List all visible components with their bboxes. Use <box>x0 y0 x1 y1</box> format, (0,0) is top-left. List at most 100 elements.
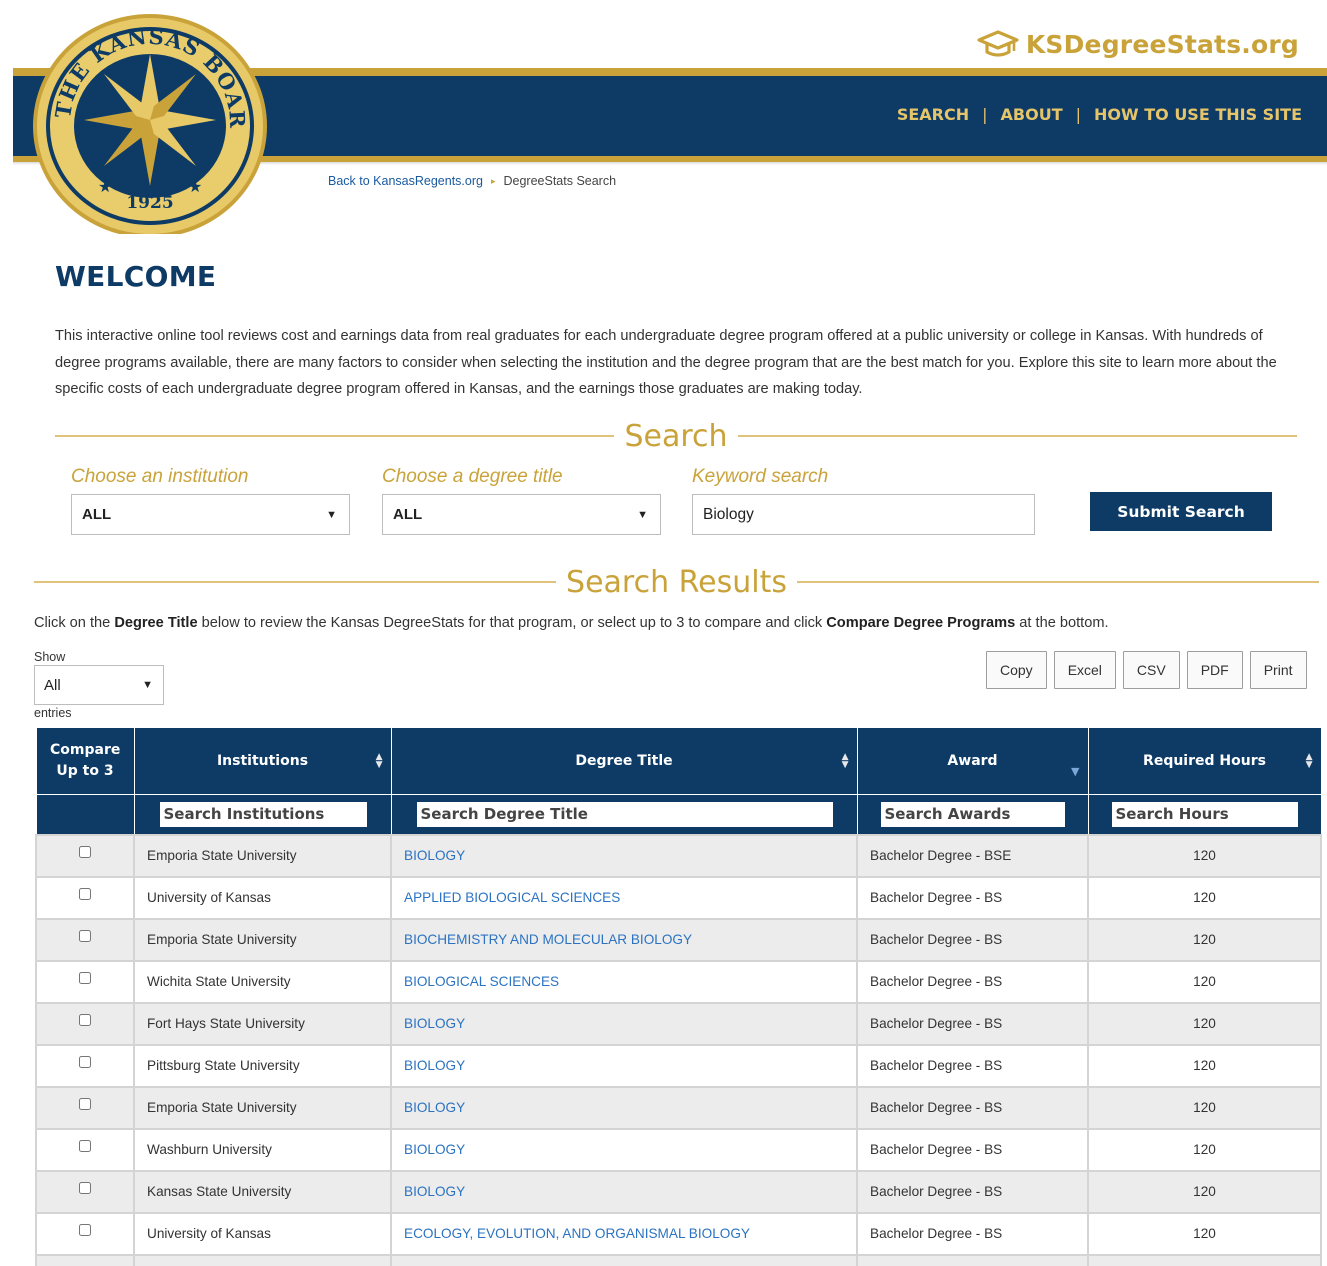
compare-checkbox[interactable] <box>79 1223 91 1236</box>
export-buttons: Copy Excel CSV PDF Print <box>986 651 1307 689</box>
kansas-board-of-regents-seal-logo[interactable]: THE KANSAS BOARD OF REGENTS ★ ★ 1925 <box>30 8 270 234</box>
table-row: Washburn University BIOLOGY Bachelor Deg… <box>35 1127 1322 1172</box>
award-cell: Bachelor Degree - BS <box>856 1169 1089 1214</box>
column-header-award[interactable]: Award ▼ <box>856 727 1089 795</box>
degree-title-link[interactable]: BIOLOGY <box>404 1142 465 1157</box>
degree-title-link[interactable]: BIOLOGY <box>404 1016 465 1031</box>
svg-text:★: ★ <box>98 177 112 196</box>
compare-checkbox[interactable] <box>79 887 91 900</box>
institution-cell: University of Kansas <box>133 875 392 920</box>
csv-button[interactable]: CSV <box>1122 651 1180 689</box>
award-cell: Bachelor Degree - BS <box>856 1211 1089 1256</box>
hours-cell: 120 <box>1087 1127 1322 1172</box>
compare-checkbox[interactable] <box>79 1139 91 1152</box>
institution-select[interactable]: ALL ▼ <box>71 494 350 535</box>
table-row: Kansas State University BIOLOGY Bachelor… <box>35 1169 1322 1214</box>
main-nav: SEARCH | ABOUT | HOW TO USE THIS SITE <box>897 105 1302 124</box>
institution-cell: Kansas State University <box>133 1169 392 1214</box>
table-row: Emporia State University BIOCHEMISTRY AN… <box>35 917 1322 962</box>
institution-cell: Emporia State University <box>133 917 392 962</box>
entries-length-select[interactable]: All ▼ <box>34 665 164 705</box>
results-section-heading: Search Results <box>34 562 1319 602</box>
compare-cell <box>35 917 135 962</box>
entries-length-value: All <box>44 676 61 694</box>
instructions-text: Click on the <box>34 615 115 631</box>
search-institutions-input[interactable] <box>159 801 367 827</box>
search-hours-input[interactable] <box>1111 801 1298 827</box>
degree-title-link[interactable]: BIOLOGY <box>404 1100 465 1115</box>
table-header-row: Compare Up to 3 Institutions ▲ ▼ Degree Ti… <box>35 727 1322 795</box>
degree-cell: BIOLOGY <box>390 1043 858 1088</box>
degree-title-link[interactable]: BIOLOGY <box>404 1058 465 1073</box>
institution-cell: Wichita State University <box>133 959 392 1004</box>
degree-cell: APPLIED BIOLOGICAL SCIENCES <box>390 875 858 920</box>
submit-search-button[interactable]: Submit Search <box>1090 492 1272 531</box>
column-header-institutions[interactable]: Institutions ▲ ▼ <box>133 727 392 795</box>
hours-cell <box>1087 1253 1322 1266</box>
compare-checkbox[interactable] <box>79 971 91 984</box>
award-cell: Bachelor Degree - BS <box>856 959 1089 1004</box>
compare-checkbox[interactable] <box>79 1181 91 1194</box>
compare-checkbox[interactable] <box>79 929 91 942</box>
search-awards-input[interactable] <box>880 801 1065 827</box>
caret-down-icon: ▼ <box>142 679 153 691</box>
graduation-cap-icon <box>977 30 1019 57</box>
compare-checkbox[interactable] <box>79 1097 91 1110</box>
breadcrumb-arrow-icon: ▸ <box>490 175 496 186</box>
search-heading: Search <box>624 418 728 454</box>
divider-line <box>737 435 1298 437</box>
pdf-button[interactable]: PDF <box>1186 651 1243 689</box>
breadcrumb-current: DegreeStats Search <box>503 174 617 188</box>
award-cell: Bachelor Degree - BSE <box>856 833 1089 878</box>
seal-year: 1925 <box>126 193 173 213</box>
column-header-degree-title[interactable]: Degree Title ▲ ▼ <box>390 727 858 795</box>
institution-label: Choose an institution <box>71 466 249 487</box>
filter-cell <box>133 794 392 835</box>
keyword-search-input[interactable] <box>692 494 1035 535</box>
compare-checkbox[interactable] <box>79 1055 91 1068</box>
column-header-label: Required Hours <box>1143 753 1266 769</box>
search-section-heading: Search <box>55 416 1298 456</box>
caret-down-icon: ▼ <box>326 508 337 521</box>
degree-title-link[interactable]: BIOLOGICAL SCIENCES <box>404 974 559 989</box>
brand-text: KSDegreeStats.org <box>1025 29 1299 59</box>
compare-checkbox[interactable] <box>79 1013 91 1026</box>
sort-arrows-icon[interactable]: ▲ ▼ <box>376 753 383 770</box>
compare-cell <box>35 1001 135 1046</box>
degree-cell: BIOCHEMISTRY AND MOLECULAR BIOLOGY <box>390 917 858 962</box>
sort-desc-icon[interactable]: ▼ <box>1071 766 1079 777</box>
nav-about[interactable]: ABOUT <box>1001 105 1063 124</box>
sort-arrows-icon[interactable]: ▲ ▼ <box>1306 753 1313 770</box>
hours-cell: 120 <box>1087 917 1322 962</box>
sort-arrows-icon[interactable]: ▲ ▼ <box>842 753 849 770</box>
compare-checkbox[interactable] <box>79 845 91 858</box>
keyword-label: Keyword search <box>692 466 829 487</box>
degree-title-link[interactable]: ECOLOGY, EVOLUTION, AND ORGANISMAL BIOLO… <box>404 1226 750 1241</box>
degree-title-link[interactable]: BIOLOGY <box>404 1184 465 1199</box>
breadcrumb-back-link[interactable]: Back to KansasRegents.org <box>328 174 483 188</box>
hours-cell: 120 <box>1087 1085 1322 1130</box>
compare-cell <box>35 1169 135 1214</box>
compare-cell <box>35 959 135 1004</box>
print-button[interactable]: Print <box>1249 651 1307 689</box>
table-row-partial <box>35 1253 1322 1266</box>
institution-cell <box>133 1253 392 1266</box>
degree-title-link[interactable]: BIOCHEMISTRY AND MOLECULAR BIOLOGY <box>404 932 692 947</box>
site-brand[interactable]: KSDegreeStats.org <box>976 28 1299 60</box>
degree-title-link[interactable]: APPLIED BIOLOGICAL SCIENCES <box>404 890 620 905</box>
excel-button[interactable]: Excel <box>1053 651 1116 689</box>
hours-cell: 120 <box>1087 1169 1322 1214</box>
institution-cell: Fort Hays State University <box>133 1001 392 1046</box>
table-row: Fort Hays State University BIOLOGY Bache… <box>35 1001 1322 1046</box>
degree-title-label: Choose a degree title <box>382 466 563 487</box>
nav-separator: | <box>982 105 988 124</box>
degree-title-link[interactable]: BIOLOGY <box>404 848 465 863</box>
search-degree-title-input[interactable] <box>416 801 833 827</box>
column-header-required-hours[interactable]: Required Hours ▲ ▼ <box>1087 727 1322 795</box>
breadcrumb: Back to KansasRegents.org ▸ DegreeStats … <box>328 174 616 188</box>
nav-search[interactable]: SEARCH <box>897 105 969 124</box>
degree-title-select[interactable]: ALL ▼ <box>382 494 661 535</box>
table-filter-row <box>35 794 1322 835</box>
nav-how-to-use[interactable]: HOW TO USE THIS SITE <box>1094 105 1302 124</box>
copy-button[interactable]: Copy <box>986 651 1047 689</box>
